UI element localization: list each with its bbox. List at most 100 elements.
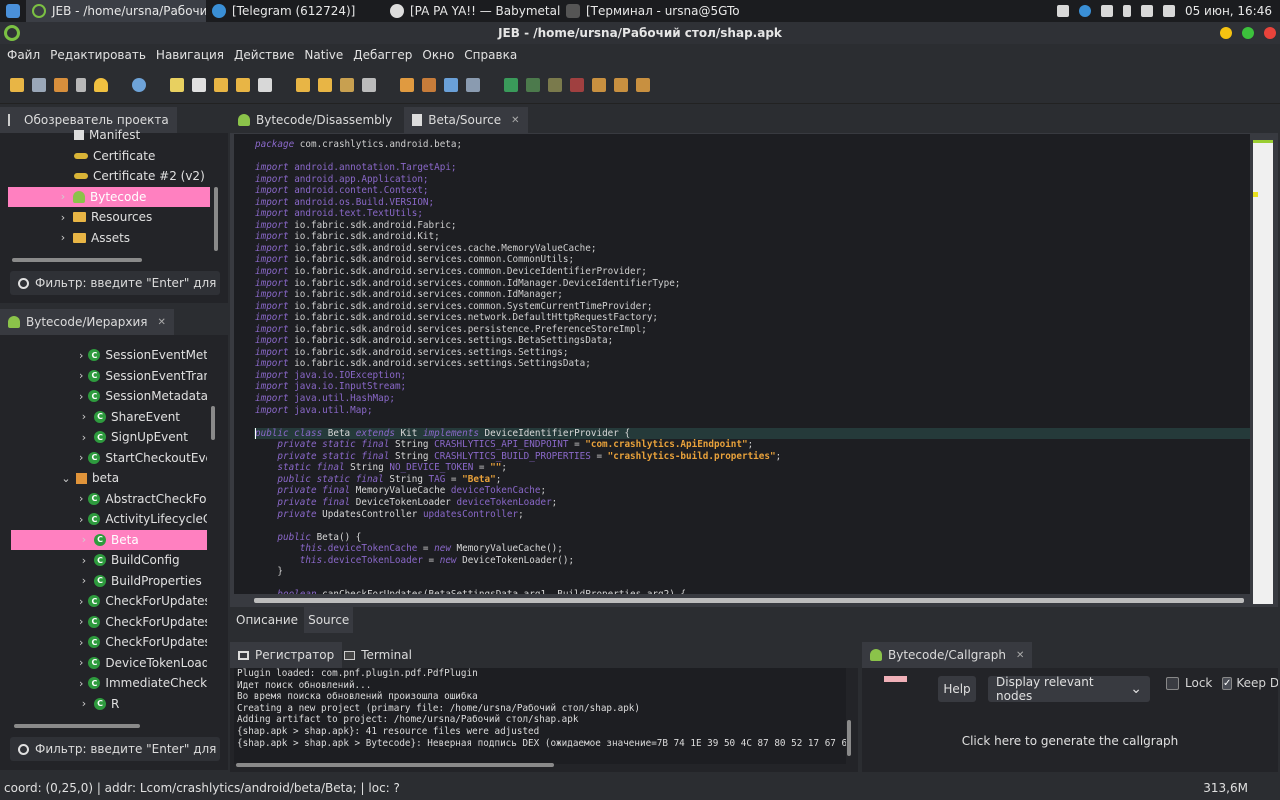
lock-checkbox[interactable]: Lock	[1166, 676, 1212, 690]
code-line[interactable]: private static final String CRASHLYTICS_…	[234, 439, 1250, 451]
step-out-icon[interactable]	[636, 77, 650, 92]
telegram-tray-icon[interactable]	[1078, 5, 1091, 17]
hierarchy-hscrollbar[interactable]	[14, 724, 140, 728]
generate-callgraph-link[interactable]: Click here to generate the callgraph	[866, 714, 1274, 768]
close-tab-icon[interactable]: ✕	[1016, 650, 1024, 661]
chevron-icon[interactable]: ›	[79, 656, 83, 669]
pause-icon[interactable]	[548, 77, 562, 92]
code-line[interactable]: import android.app.Application;	[234, 174, 1250, 186]
tree-item-class[interactable]: › C SessionMetadataCo	[11, 386, 207, 407]
menu-edit[interactable]: Редактировать	[45, 48, 151, 62]
tree-item-bytecode[interactable]: › Bytecode	[8, 186, 210, 207]
chevron-icon[interactable]: ›	[79, 451, 83, 464]
pencil-icon[interactable]	[340, 77, 354, 92]
code-line[interactable]: private final MemoryValueCache deviceTok…	[234, 485, 1250, 497]
step-into-icon[interactable]	[614, 77, 628, 92]
wrench-icon[interactable]	[54, 77, 68, 92]
tab-bytecode-disassembly[interactable]: Bytecode/Disassembly	[230, 107, 400, 133]
code-line[interactable]: import io.fabric.sdk.android.services.se…	[234, 358, 1250, 370]
chevron-icon[interactable]: ›	[79, 636, 83, 649]
display-nodes-dropdown[interactable]: Display relevant nodes ⌄	[988, 675, 1150, 703]
alert-icon[interactable]	[94, 77, 108, 92]
logger-output[interactable]: Plugin loaded: com.pnf.plugin.pdf.PdfPlu…	[234, 668, 846, 764]
code-line[interactable]: import android.content.Context;	[234, 185, 1250, 197]
close-tab-icon[interactable]: ✕	[511, 115, 519, 126]
keep-checkbox[interactable]: ✓ Keep D	[1222, 676, 1278, 690]
goto-icon[interactable]	[258, 77, 272, 92]
code-line[interactable]: package com.crashlytics.android.beta;	[234, 139, 1250, 151]
tree-item-class[interactable]: › C DeviceTokenLoader	[11, 653, 207, 674]
taskbar-item-jeb[interactable]: JEB - /home/ursna/Рабочий ...	[26, 0, 206, 22]
code-line[interactable]: public static final String TAG = "Beta";	[234, 474, 1250, 486]
code-line[interactable]: import io.fabric.sdk.android.Fabric;	[234, 220, 1250, 232]
sort-icon[interactable]	[466, 77, 480, 92]
code-line[interactable]: private UpdatesController updatesControl…	[234, 509, 1250, 521]
globe-icon[interactable]	[132, 77, 146, 92]
tab-bytecode-hierarchy[interactable]: Bytecode/Иерархия ✕	[0, 309, 174, 335]
tree-item-certificate[interactable]: Certificate	[8, 146, 210, 167]
chevron-icon[interactable]: ›	[79, 390, 83, 403]
menu-navigation[interactable]: Навигация	[151, 48, 229, 62]
tree-item-class[interactable]: › C ImmediateCheckFo	[11, 673, 207, 694]
code-line[interactable]: import java.io.InputStream;	[234, 381, 1250, 393]
code-line[interactable]: import io.fabric.sdk.android.services.ca…	[234, 243, 1250, 255]
step-over-icon[interactable]	[592, 77, 606, 92]
code-line[interactable]: import java.util.HashMap;	[234, 393, 1250, 405]
editor-hscrollbar[interactable]	[254, 598, 1244, 603]
taskbar-item-telegram[interactable]: [Telegram (612724)]	[206, 0, 384, 22]
tree-item-class[interactable]: › C CheckForUpdatesRe	[11, 591, 207, 612]
forward-arrow-icon[interactable]	[236, 77, 250, 92]
network-icon[interactable]	[1140, 5, 1153, 17]
code-line[interactable]: import io.fabric.sdk.android.services.co…	[234, 254, 1250, 266]
code-line[interactable]: import android.text.TextUtils;	[234, 208, 1250, 220]
hierarchy-filter-input[interactable]: Фильтр: введите "Enter" для по...	[10, 737, 220, 761]
chevron-icon[interactable]: ⌄	[61, 472, 71, 485]
chevron-icon[interactable]: ›	[79, 431, 89, 444]
taskbar-item-browser[interactable]: [PA PA YA!! — Babymetal - G...	[384, 0, 560, 22]
debug-attach-icon[interactable]	[504, 77, 518, 92]
memory-usage[interactable]: 313,6M	[1203, 781, 1248, 795]
menu-debugger[interactable]: Дебаггер	[348, 48, 417, 62]
save-icon[interactable]	[32, 77, 46, 92]
jump-to-icon[interactable]	[192, 77, 206, 92]
chevron-right-icon[interactable]: ›	[58, 190, 68, 203]
minimize-button[interactable]	[1220, 27, 1232, 39]
code-line[interactable]: import java.util.Map;	[234, 405, 1250, 417]
graph-icon[interactable]	[444, 77, 458, 92]
code-line[interactable]: import io.fabric.sdk.android.services.co…	[234, 278, 1250, 290]
project-tree-scrollbar[interactable]	[214, 187, 218, 251]
code-line[interactable]	[234, 578, 1250, 590]
code-line[interactable]: private final DeviceTokenLoader deviceTo…	[234, 497, 1250, 509]
tree-item-class[interactable]: › C CheckForUpdatesRe	[11, 632, 207, 653]
editor-overview-ruler[interactable]	[1253, 140, 1273, 604]
chevron-icon[interactable]: ›	[79, 410, 89, 423]
lock-checkbox-box[interactable]	[1166, 676, 1179, 690]
tree-item-class[interactable]: › C BuildConfig	[11, 550, 207, 571]
checkmark-icon[interactable]: ✓	[1222, 676, 1233, 690]
menu-help[interactable]: Справка	[459, 48, 522, 62]
chevron-icon[interactable]: ›	[79, 595, 83, 608]
stop-icon[interactable]	[570, 77, 584, 92]
jump-icon[interactable]	[170, 77, 184, 92]
logger-scrollbar[interactable]	[847, 720, 851, 756]
tree-item-class[interactable]: › C StartCheckoutEvent	[11, 448, 207, 469]
volume-icon[interactable]	[1162, 5, 1175, 17]
project-filter-input[interactable]: Фильтр: введите "Enter" для по...	[10, 271, 220, 295]
tree-item-class[interactable]: › C ShareEvent	[11, 407, 207, 428]
project-tree-hscrollbar[interactable]	[12, 258, 142, 262]
chevron-icon[interactable]: ›	[79, 349, 83, 362]
menu-native[interactable]: Native	[299, 48, 348, 62]
code-line[interactable]	[234, 151, 1250, 163]
help-button[interactable]: Help	[938, 676, 976, 702]
document-icon[interactable]	[362, 77, 376, 92]
code-line[interactable]: }	[234, 566, 1250, 578]
tab-description[interactable]: Описание	[230, 607, 304, 633]
code-line[interactable]: boolean canCheckForUpdates(BetaSettingsD…	[234, 589, 1250, 594]
tree-item-class[interactable]: › C BuildProperties	[11, 571, 207, 592]
code-line[interactable]: this.deviceTokenLoader = new DeviceToken…	[234, 555, 1250, 567]
maximize-button[interactable]	[1242, 27, 1254, 39]
tree-item-certificate-2[interactable]: Certificate #2 (v2)	[8, 166, 210, 187]
tab-logger[interactable]: Регистратор	[230, 642, 343, 668]
code-line[interactable]: import io.fabric.sdk.android.services.pe…	[234, 324, 1250, 336]
tree-item-class-selected[interactable]: › C Beta	[11, 529, 207, 550]
